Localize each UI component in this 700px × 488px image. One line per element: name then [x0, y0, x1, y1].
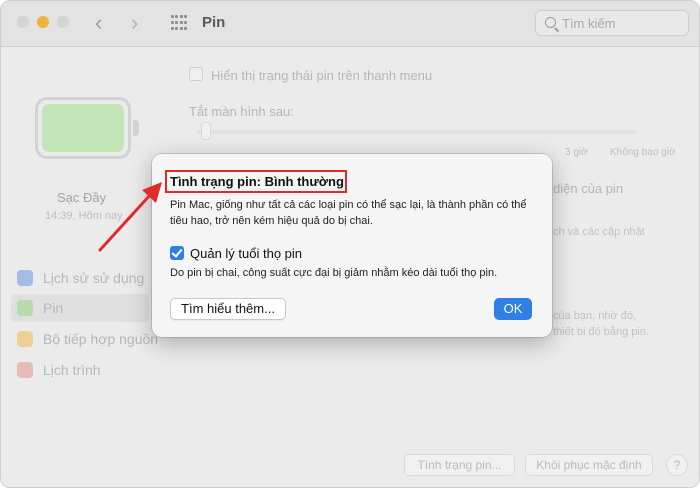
- ok-button[interactable]: OK: [494, 298, 532, 320]
- minimize-window-button[interactable]: [37, 16, 49, 28]
- search-input[interactable]: [562, 14, 682, 32]
- annotation-highlight-box: [165, 170, 347, 193]
- close-window-button[interactable]: [17, 16, 29, 28]
- zoom-window-button[interactable]: [57, 16, 69, 28]
- window-title: Pin: [202, 14, 226, 31]
- chevron-left-icon[interactable]: ‹: [95, 10, 102, 36]
- show-all-grid-icon[interactable]: [171, 15, 187, 31]
- search-icon: [545, 17, 556, 28]
- battery-health-dialog: Tình trạng pin: Bình thường Pin Mac, giố…: [152, 154, 552, 337]
- system-preferences-window: ‹ › Pin Sạc Đầy 14:39, Hôm nay Lịch sử s…: [0, 0, 700, 488]
- manage-battery-longevity-label[interactable]: Quản lý tuổi thọ pin: [190, 246, 302, 261]
- chevron-right-icon[interactable]: ›: [131, 10, 138, 36]
- learn-more-button[interactable]: Tìm hiểu thêm...: [170, 298, 286, 320]
- manage-battery-longevity-desc: Do pin bị chai, công suất cực đại bị giả…: [170, 267, 498, 279]
- toolbar: ‹ › Pin: [1, 1, 699, 47]
- search-field[interactable]: [535, 10, 689, 36]
- dialog-description: Pin Mac, giống như tất cả các loại pin c…: [170, 199, 527, 227]
- manage-battery-longevity-checkbox[interactable]: [170, 246, 184, 260]
